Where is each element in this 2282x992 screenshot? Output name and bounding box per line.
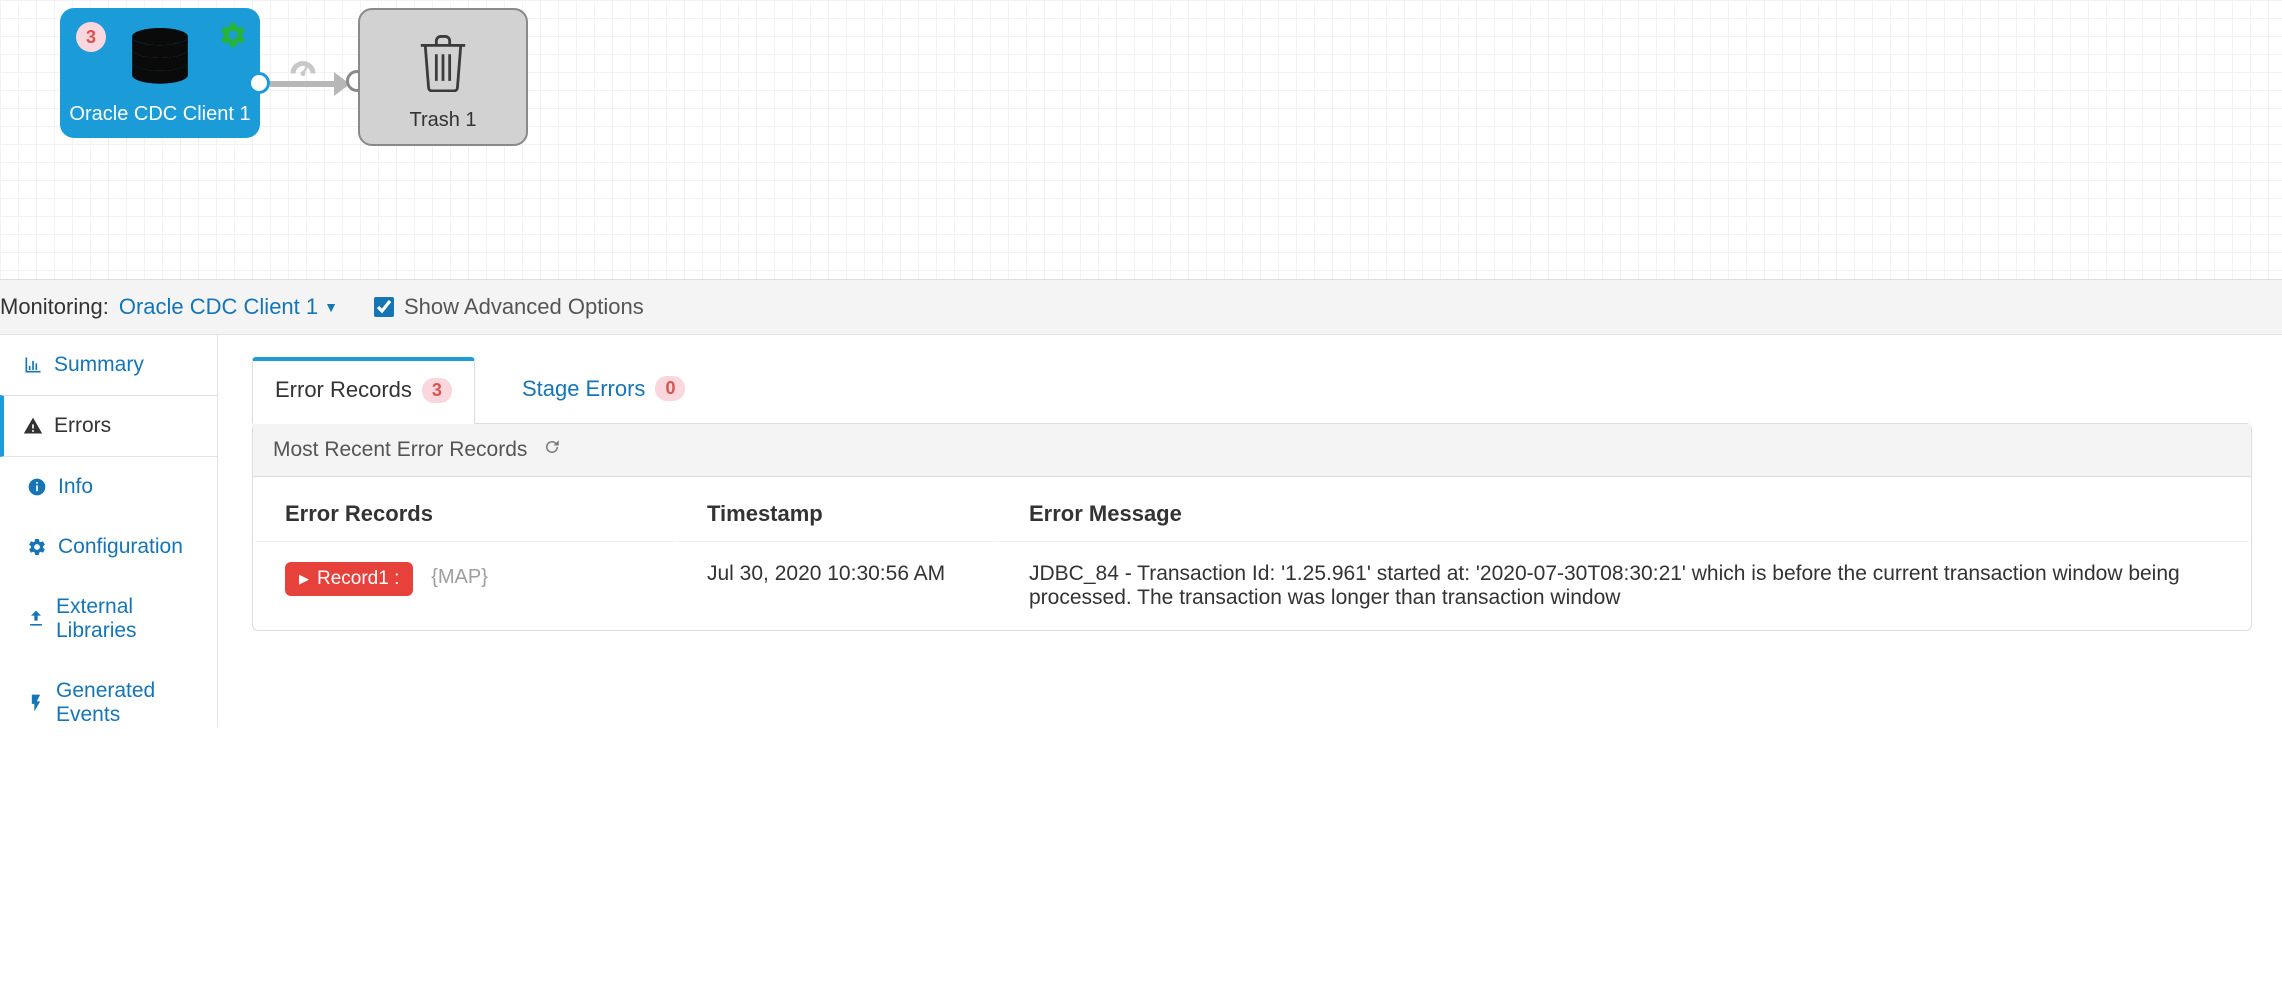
sidebar-item-generated-events[interactable]: Generated Events (0, 661, 217, 727)
destination-node-label: Trash 1 (409, 109, 476, 132)
sidebar-item-errors[interactable]: Errors (0, 395, 217, 457)
cog-icon (26, 537, 48, 557)
database-icon (125, 28, 195, 93)
panel-header: Most Recent Error Records (253, 424, 2251, 477)
bolt-icon (26, 693, 46, 713)
error-tabs: Error Records 3 Stage Errors 0 (252, 357, 2282, 424)
gear-icon[interactable] (218, 20, 248, 55)
error-records-panel: Most Recent Error Records Error Records … (252, 423, 2252, 631)
bar-chart-icon (22, 355, 44, 375)
warning-icon (22, 416, 44, 436)
throughput-gauge-icon (288, 56, 318, 86)
content-pane: Error Records 3 Stage Errors 0 Most Rece… (218, 335, 2282, 727)
col-error-records: Error Records (255, 479, 675, 542)
origin-error-badge: 3 (76, 22, 106, 52)
monitoring-sidebar: Summary Errors Info Configuration Extern… (0, 335, 218, 727)
pipeline-canvas[interactable]: 3 Oracle CDC Client 1 Trash 1 (0, 0, 2282, 280)
col-error-message: Error Message (999, 479, 2249, 542)
show-advanced-checkbox-label[interactable]: Show Advanced Options (374, 294, 644, 320)
panel-title: Most Recent Error Records (273, 438, 527, 462)
col-timestamp: Timestamp (677, 479, 997, 542)
monitoring-stage-dropdown[interactable]: Oracle CDC Client 1 ▼ (119, 294, 338, 320)
monitoring-title: Monitoring: (0, 294, 109, 320)
info-icon (26, 477, 48, 497)
origin-node[interactable]: 3 Oracle CDC Client 1 (60, 8, 260, 138)
output-port[interactable] (248, 72, 270, 94)
record-map-label: {MAP} (431, 566, 488, 588)
sidebar-item-external-libraries[interactable]: External Libraries (0, 577, 217, 661)
table-row: ▶ Record1 : {MAP} Jul 30, 2020 10:30:56 … (255, 544, 2249, 628)
destination-node[interactable]: Trash 1 (358, 8, 528, 146)
sidebar-item-configuration[interactable]: Configuration (0, 517, 217, 577)
error-records-table: Error Records Timestamp Error Message ▶ … (253, 477, 2251, 630)
monitoring-bar: Monitoring: Oracle CDC Client 1 ▼ Show A… (0, 280, 2282, 335)
trash-icon (416, 32, 470, 97)
upload-icon (26, 609, 46, 629)
origin-node-label: Oracle CDC Client 1 (69, 103, 250, 126)
tab-stage-errors[interactable]: Stage Errors 0 (499, 357, 709, 424)
play-triangle-icon: ▶ (299, 571, 309, 587)
record-message: JDBC_84 - Transaction Id: '1.25.961' sta… (999, 544, 2249, 628)
show-advanced-checkbox[interactable] (374, 297, 394, 317)
refresh-icon[interactable] (543, 438, 561, 462)
stage-errors-count: 0 (655, 376, 685, 401)
record-timestamp: Jul 30, 2020 10:30:56 AM (677, 544, 997, 628)
sidebar-item-info[interactable]: Info (0, 457, 217, 517)
sidebar-item-summary[interactable]: Summary (0, 335, 217, 395)
record-expand-button[interactable]: ▶ Record1 : (285, 562, 413, 596)
caret-down-icon: ▼ (324, 299, 338, 315)
tab-error-records[interactable]: Error Records 3 (252, 357, 475, 424)
error-records-count: 3 (422, 378, 452, 403)
